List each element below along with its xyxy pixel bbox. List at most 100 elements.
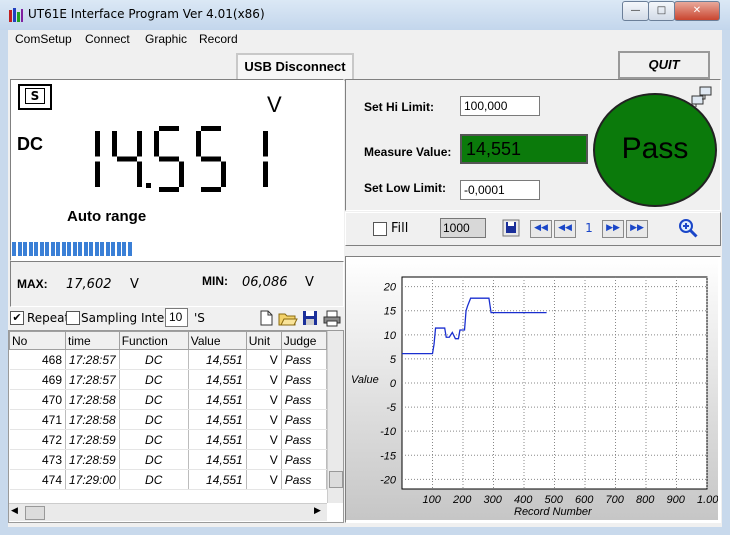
table-row[interactable]: 471 17:28:58 DC 14,551 V Pass — [9, 409, 328, 430]
segment-d — [159, 187, 179, 192]
bargraph-segment — [78, 242, 82, 256]
segment-c — [95, 161, 100, 187]
display-unit: V — [267, 92, 282, 117]
x-tick-label: 500 — [545, 494, 564, 506]
first-page-button[interactable]: ◀◀ — [530, 220, 552, 238]
close-button[interactable]: ✕ — [674, 1, 720, 21]
print-icon[interactable] — [322, 309, 342, 327]
save-icon[interactable] — [301, 309, 319, 327]
col-function[interactable]: Function — [118, 331, 189, 350]
col-time[interactable]: time — [65, 331, 120, 350]
x-tick-label: 400 — [514, 494, 533, 506]
graph-save-icon[interactable] — [502, 219, 520, 237]
usb-disconnect-button[interactable]: USB Disconnect — [236, 53, 354, 81]
cell-function: DC — [119, 449, 189, 470]
max-unit: V — [130, 277, 139, 292]
x-tick-label: 800 — [636, 494, 655, 506]
measure-value-display: 14,551 — [460, 134, 588, 164]
cell-no: 470 — [9, 389, 66, 410]
table-row[interactable]: 470 17:28:58 DC 14,551 V Pass — [9, 389, 328, 410]
scroll-right-arrow-icon[interactable]: ▶ — [314, 506, 321, 516]
app-icon — [9, 8, 23, 22]
segment-f — [154, 131, 159, 157]
bargraph-segment — [56, 242, 60, 256]
y-tick-label: 10 — [384, 330, 397, 342]
bargraph-segment — [61, 242, 66, 256]
open-folder-icon[interactable] — [278, 309, 298, 327]
menu-graphic[interactable]: Graphic — [145, 32, 187, 46]
network-computers-icon[interactable] — [690, 86, 714, 108]
col-value[interactable]: Value — [187, 331, 247, 350]
table-row[interactable]: 474 17:29:00 DC 14,551 V Pass — [9, 469, 328, 490]
hi-limit-label: Set Hi Limit: — [364, 100, 435, 114]
menu-record[interactable]: Record — [199, 32, 238, 46]
record-table: No time Function Value Unit Judge 468 17:… — [8, 330, 344, 523]
col-no[interactable]: No — [9, 331, 66, 350]
quit-button[interactable]: QUIT — [618, 51, 710, 79]
next-page-button[interactable]: ▶▶ — [602, 220, 624, 238]
cell-no: 472 — [9, 429, 66, 450]
segment-d — [201, 187, 221, 192]
seven-segment-reading — [95, 126, 268, 192]
mode-icon-letter: S — [25, 88, 45, 104]
y-tick-label: -10 — [380, 426, 397, 438]
cell-function: DC — [119, 409, 189, 430]
vertical-scroll-thumb[interactable] — [329, 471, 343, 488]
menu-comsetup[interactable]: ComSetup — [15, 32, 72, 46]
maximize-button[interactable]: □ — [648, 1, 675, 21]
digit — [112, 131, 142, 187]
window-border-left — [0, 30, 8, 535]
points-input[interactable]: 1000 — [440, 218, 486, 238]
table-vertical-scrollbar[interactable] — [327, 331, 343, 503]
repeat-checkbox[interactable]: ✔ — [10, 311, 24, 325]
bargraph-segment — [50, 242, 55, 256]
repeat-label: Repeat — [27, 311, 70, 325]
hi-limit-input[interactable]: 100,000 — [460, 96, 540, 116]
table-row[interactable]: 469 17:28:57 DC 14,551 V Pass — [9, 369, 328, 390]
zoom-in-icon[interactable] — [678, 218, 700, 240]
bargraph-segment — [39, 242, 44, 256]
fill-checkbox[interactable] — [373, 222, 387, 236]
minimize-button[interactable]: — — [622, 1, 649, 21]
table-row[interactable]: 472 17:28:59 DC 14,551 V Pass — [9, 429, 328, 450]
sampling-interval-input[interactable]: 10 — [165, 308, 188, 327]
x-tick-label: 1.000 — [697, 494, 718, 506]
y-tick-label: -15 — [380, 450, 397, 462]
low-limit-input[interactable]: -0,0001 — [460, 180, 540, 200]
table-horizontal-scrollbar[interactable]: ◀ ▶ — [9, 503, 327, 521]
low-limit-label: Set Low Limit: — [364, 181, 446, 195]
scroll-left-arrow-icon[interactable]: ◀ — [11, 506, 18, 516]
col-unit[interactable]: Unit — [245, 331, 282, 350]
bargraph-segment — [23, 242, 27, 256]
col-judge[interactable]: Judge — [280, 331, 328, 350]
cell-value: 14,551 — [188, 409, 247, 430]
x-tick-label: 300 — [484, 494, 503, 506]
segment-a — [159, 126, 179, 131]
cell-function: DC — [119, 369, 189, 390]
cell-time: 17:28:58 — [65, 409, 120, 430]
stats-panel — [10, 261, 344, 307]
prev-page-button[interactable]: ◀◀ — [554, 220, 576, 238]
cell-no: 473 — [9, 449, 66, 470]
menu-bar: ComSetup Connect Graphic Record — [8, 30, 722, 49]
y-axis-label: Value — [351, 374, 379, 386]
new-file-icon[interactable] — [257, 309, 275, 327]
menu-connect[interactable]: Connect — [85, 32, 130, 46]
bargraph-segment — [12, 242, 16, 256]
horizontal-scroll-thumb[interactable] — [25, 506, 45, 520]
segment-b — [137, 131, 142, 157]
last-page-button[interactable]: ▶▶ — [626, 220, 648, 238]
cell-judge: Pass — [281, 449, 328, 470]
cell-value: 14,551 — [188, 349, 247, 370]
table-row[interactable]: 473 17:28:59 DC 14,551 V Pass — [9, 449, 328, 470]
cell-judge: Pass — [281, 349, 328, 370]
cell-time: 17:29:00 — [65, 469, 120, 490]
measure-value-label: Measure Value: — [364, 145, 452, 159]
table-row[interactable]: 468 17:28:57 DC 14,551 V Pass — [9, 349, 328, 370]
x-tick-label: 900 — [667, 494, 686, 506]
x-tick-label: 700 — [606, 494, 625, 506]
y-tick-label: 15 — [384, 306, 397, 318]
min-label: MIN: — [202, 274, 228, 288]
sampling-checkbox[interactable] — [66, 311, 80, 325]
max-value: 17,602 — [66, 277, 112, 292]
